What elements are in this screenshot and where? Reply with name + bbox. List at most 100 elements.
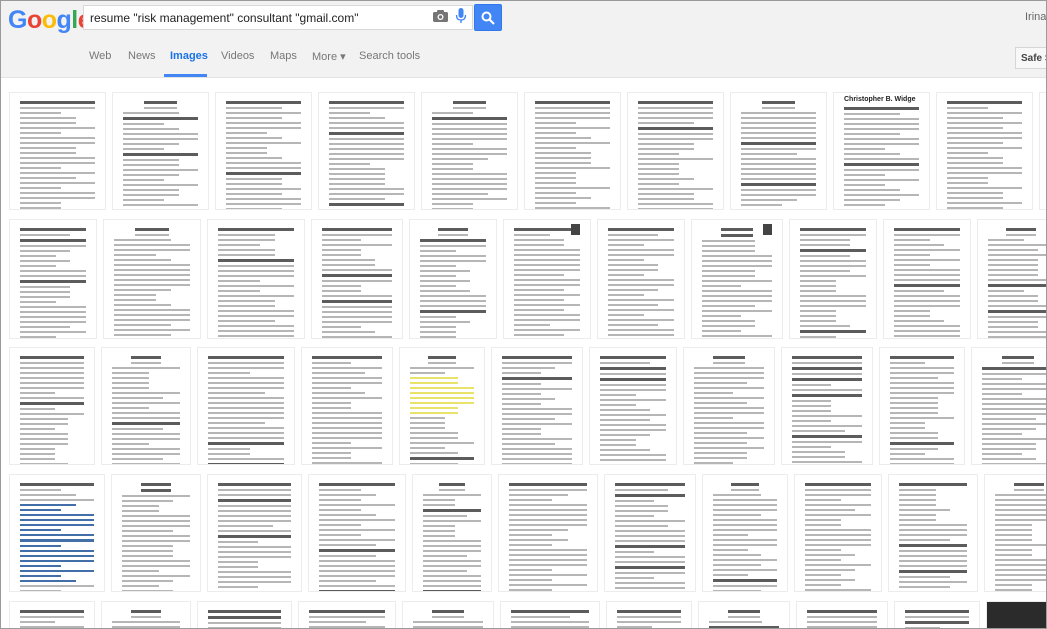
text-line [112, 621, 180, 623]
image-result-thumbnail[interactable] [207, 474, 302, 592]
image-result-thumbnail[interactable] [9, 219, 97, 339]
text-line [608, 299, 674, 301]
image-result-thumbnail[interactable] [491, 347, 583, 465]
image-result-thumbnail[interactable] [796, 601, 888, 628]
text-line [123, 179, 165, 181]
image-result-thumbnail[interactable] [301, 347, 393, 465]
image-result-thumbnail[interactable] [111, 474, 201, 592]
image-result-thumbnail[interactable] [589, 347, 677, 465]
image-result-thumbnail[interactable] [409, 219, 497, 339]
camera-icon[interactable] [433, 10, 448, 22]
resume-document-preview [114, 228, 190, 336]
image-result-thumbnail[interactable] [215, 92, 312, 210]
image-result-thumbnail[interactable] [789, 219, 877, 339]
image-result-thumbnail[interactable] [984, 474, 1046, 592]
safe-search-button[interactable]: Safe Se [1015, 47, 1046, 69]
text-line [20, 147, 77, 149]
image-result-thumbnail[interactable] [197, 347, 295, 465]
image-result-thumbnail[interactable] [318, 92, 415, 210]
text-line [535, 162, 592, 164]
text-line [20, 428, 56, 430]
image-result-thumbnail[interactable] [1039, 92, 1046, 210]
google-logo[interactable]: Google [8, 6, 92, 35]
image-result-thumbnail[interactable] [627, 92, 724, 210]
text-line [123, 143, 180, 145]
text-line [608, 324, 658, 326]
text-line [947, 142, 1004, 144]
image-result-thumbnail[interactable] [977, 219, 1046, 339]
resume-document-preview [600, 356, 666, 461]
tab-news[interactable]: News [128, 50, 156, 62]
image-result-thumbnail[interactable]: Christopher B. Widge [833, 92, 930, 210]
image-result-thumbnail[interactable] [9, 347, 95, 465]
tab-web[interactable]: Web [89, 50, 111, 62]
tab-search-tools[interactable]: Search tools [359, 50, 420, 62]
text-line [309, 621, 366, 623]
image-result-thumbnail[interactable] [691, 219, 783, 339]
text-line [792, 461, 862, 463]
image-result-thumbnail[interactable] [103, 219, 201, 339]
user-name[interactable]: Irina [1025, 11, 1046, 23]
image-result-thumbnail[interactable] [311, 219, 403, 339]
image-result-thumbnail[interactable] [112, 92, 209, 210]
image-result-thumbnail[interactable] [702, 474, 788, 592]
image-result-thumbnail[interactable] [399, 347, 485, 465]
image-result-thumbnail[interactable] [308, 474, 406, 592]
image-result-thumbnail[interactable] [9, 92, 106, 210]
image-result-thumbnail[interactable] [888, 474, 978, 592]
image-result-thumbnail[interactable] [402, 601, 494, 628]
tab-videos[interactable]: Videos [221, 50, 254, 62]
text-line [988, 274, 1038, 276]
image-result-thumbnail[interactable] [683, 347, 775, 465]
image-result-thumbnail[interactable] [730, 92, 827, 210]
image-result-thumbnail[interactable] [986, 601, 1046, 628]
image-result-thumbnail[interactable] [781, 347, 873, 465]
image-result-thumbnail[interactable] [794, 474, 882, 592]
text-line [112, 417, 180, 419]
text-line [312, 442, 351, 444]
text-line [514, 284, 580, 286]
search-box[interactable]: resume "risk management" consultant "gma… [83, 5, 473, 30]
tab-maps[interactable]: Maps [270, 50, 297, 62]
text-line [226, 127, 301, 129]
image-result-thumbnail[interactable] [421, 92, 518, 210]
resume-document-preview [312, 356, 382, 464]
text-line [20, 560, 94, 562]
text-line [608, 289, 658, 291]
text-line [800, 305, 866, 307]
image-result-thumbnail[interactable] [698, 601, 790, 628]
image-result-thumbnail[interactable] [524, 92, 621, 210]
microphone-icon[interactable] [455, 8, 467, 24]
tab-images[interactable]: Images [170, 50, 208, 62]
text-line [226, 152, 268, 154]
image-result-thumbnail[interactable] [9, 601, 95, 628]
text-line [123, 117, 198, 120]
image-result-thumbnail[interactable] [197, 601, 292, 628]
image-result-thumbnail[interactable] [971, 347, 1046, 465]
image-result-thumbnail[interactable] [500, 601, 600, 628]
image-result-thumbnail[interactable] [207, 219, 305, 339]
image-result-thumbnail[interactable] [936, 92, 1033, 210]
text-line [988, 336, 1046, 338]
image-result-thumbnail[interactable] [298, 601, 396, 628]
image-result-thumbnail[interactable] [9, 474, 105, 592]
resume-document-preview [122, 483, 190, 591]
text-line [844, 123, 919, 125]
image-result-thumbnail[interactable] [604, 474, 696, 592]
search-input[interactable]: resume "risk management" consultant "gma… [90, 11, 358, 25]
text-line [20, 107, 95, 109]
image-result-thumbnail[interactable] [879, 347, 965, 465]
image-result-thumbnail[interactable] [597, 219, 685, 339]
image-result-thumbnail[interactable] [883, 219, 971, 339]
image-result-thumbnail[interactable] [498, 474, 598, 592]
tab-more[interactable]: More ▾ [312, 50, 346, 63]
text-line [420, 316, 457, 318]
image-result-thumbnail[interactable] [412, 474, 492, 592]
image-result-thumbnail[interactable] [101, 347, 191, 465]
image-result-thumbnail[interactable] [101, 601, 191, 628]
image-result-thumbnail[interactable] [606, 601, 692, 628]
image-result-thumbnail[interactable] [503, 219, 591, 339]
text-line [844, 179, 919, 181]
image-result-thumbnail[interactable] [894, 601, 980, 628]
search-button[interactable] [474, 4, 502, 31]
